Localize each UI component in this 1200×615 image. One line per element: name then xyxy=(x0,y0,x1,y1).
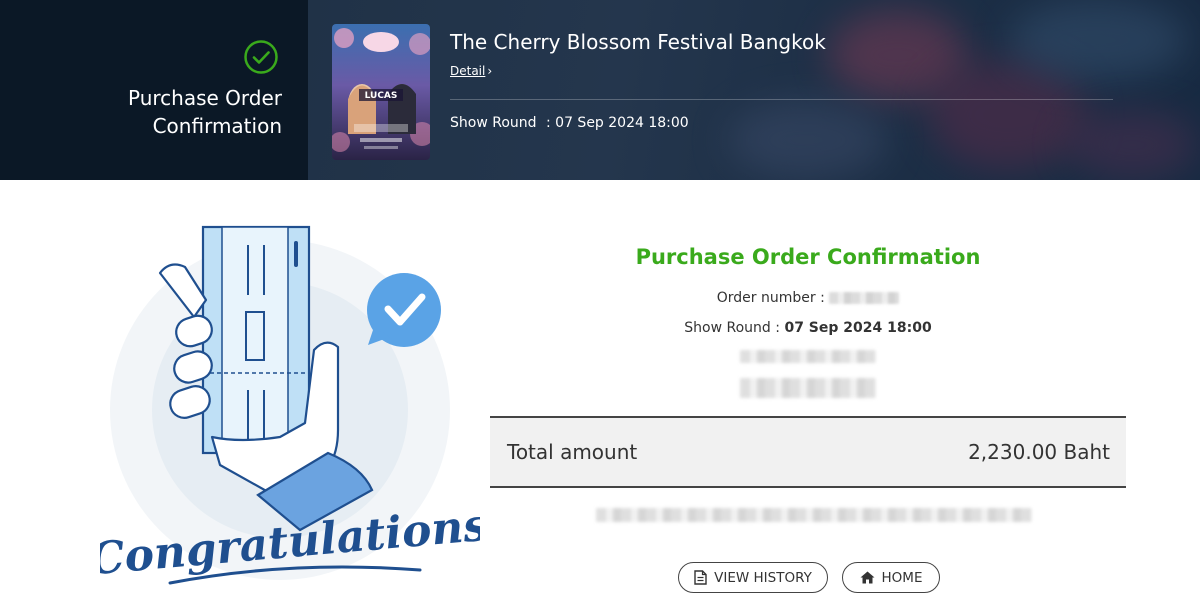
chevron-right-icon: › xyxy=(487,64,493,78)
order-number-redacted xyxy=(829,292,900,304)
redacted-note xyxy=(596,508,1032,522)
event-header: Purchase Order Confirmation LUCAS The Ch… xyxy=(0,0,1200,180)
home-button[interactable]: HOME xyxy=(842,562,940,593)
total-amount-box: Total amount 2,230.00 Baht xyxy=(490,416,1126,488)
document-icon xyxy=(694,570,707,585)
detail-link[interactable]: Detail › xyxy=(450,64,492,78)
header-divider xyxy=(450,99,1113,100)
total-amount-value: 2,230.00 Baht xyxy=(968,440,1110,464)
poster-headline: LUCAS xyxy=(365,91,398,101)
header-show-round-label: Show Round xyxy=(450,115,537,131)
page-title: Purchase Order Confirmation xyxy=(127,86,282,138)
home-icon xyxy=(860,571,875,584)
view-history-button[interactable]: VIEW HISTORY xyxy=(678,562,828,593)
ticket-illustration xyxy=(201,225,311,455)
chat-check-icon xyxy=(367,273,441,347)
header-banner-background xyxy=(308,0,1200,180)
event-title: The Cherry Blossom Festival Bangkok xyxy=(450,30,826,54)
redacted-line-2 xyxy=(740,378,876,398)
show-round-value: 07 Sep 2024 18:00 xyxy=(784,320,932,336)
header-show-round-value: : 07 Sep 2024 18:00 xyxy=(546,115,689,131)
check-circle-icon xyxy=(244,40,278,74)
congratulations-illustration: Congratulations xyxy=(88,205,490,605)
order-number-label: Order number : xyxy=(716,290,825,306)
show-round-row: Show Round : 07 Sep 2024 18:00 xyxy=(490,320,1126,336)
confirmation-title: Purchase Order Confirmation xyxy=(635,245,981,269)
total-amount-label: Total amount xyxy=(507,440,638,464)
event-poster-image: LUCAS xyxy=(332,24,430,160)
redacted-line-1 xyxy=(740,350,876,363)
order-number-row: Order number : xyxy=(490,290,1126,306)
home-label: HOME xyxy=(881,569,923,586)
show-round-label: Show Round : xyxy=(684,320,780,336)
view-history-label: VIEW HISTORY xyxy=(714,569,812,586)
header-show-round: Show Round : 07 Sep 2024 18:00 xyxy=(450,115,689,131)
detail-link-label: Detail xyxy=(450,64,486,78)
